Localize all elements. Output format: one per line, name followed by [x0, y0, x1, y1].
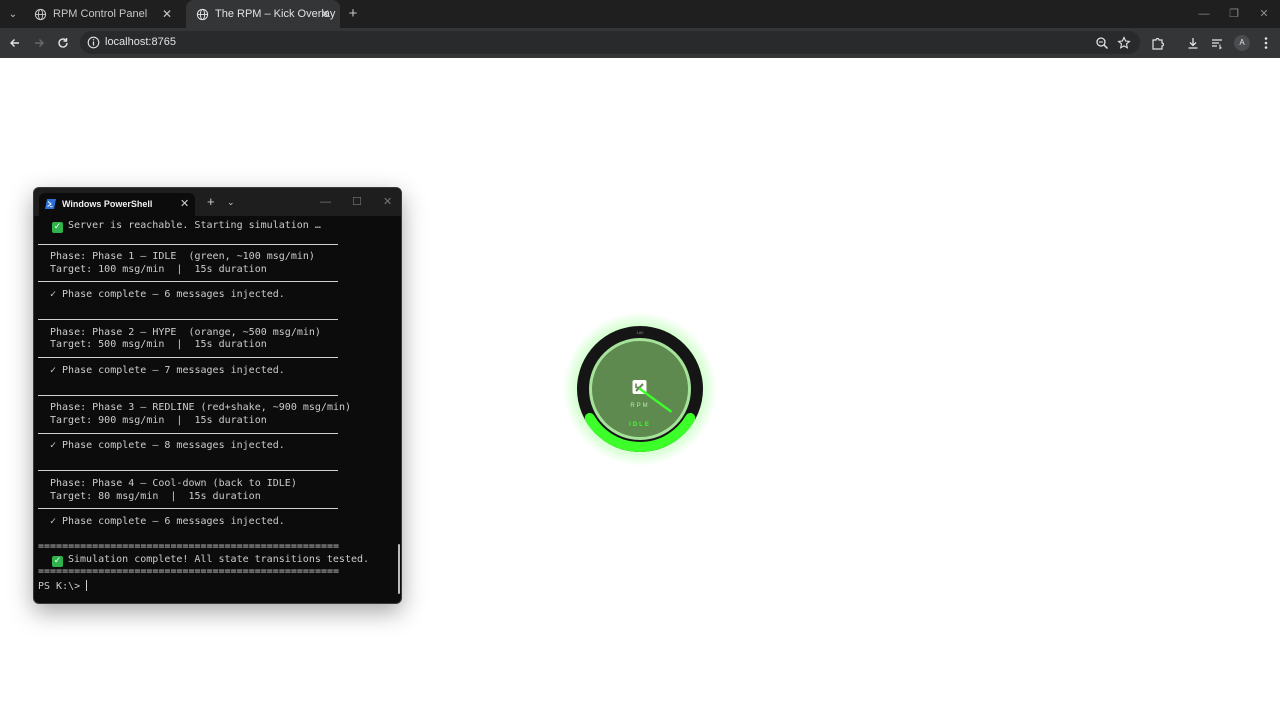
tab-kick-overlay[interactable]: The RPM – Kick Overlay ✕ — [186, 0, 340, 28]
terminal-new-tab-icon[interactable]: + — [207, 195, 215, 209]
terminal-separator — [38, 243, 338, 245]
terminal-line: ✓ Phase complete – 6 messages injected. — [50, 515, 285, 527]
address-bar[interactable]: localhost:8765 — [80, 31, 1140, 54]
close-tab-icon[interactable]: ✕ — [318, 7, 332, 21]
download-icon[interactable] — [1185, 35, 1201, 51]
terminal-line: ========================================… — [38, 541, 340, 552]
terminal-prompt[interactable]: PS K:\> — [38, 579, 88, 593]
prompt-text: PS K:\> — [38, 580, 87, 592]
powershell-icon — [45, 199, 56, 209]
new-tab-button[interactable]: + — [344, 5, 362, 23]
terminal-separator — [38, 281, 338, 283]
terminal-separator — [38, 394, 338, 396]
back-button[interactable] — [6, 34, 24, 52]
powershell-window[interactable]: Windows PowerShell ✕ + ⌄ — ☐ ✕ ✓ Server i… — [33, 187, 402, 604]
more-menu-icon[interactable] — [1258, 35, 1274, 51]
terminal-separator — [38, 357, 338, 358]
text-cursor — [86, 579, 88, 591]
terminal-line: ✓ Phase complete – 6 messages injected. — [50, 289, 285, 300]
globe-icon — [34, 8, 47, 20]
url-text: localhost:8765 — [105, 36, 176, 48]
zoom-icon[interactable] — [1095, 36, 1109, 50]
terminal-line: Phase: Phase 1 – IDLE (green, ~100 msg/m… — [50, 251, 315, 263]
extensions-puzzle-icon[interactable] — [1150, 35, 1166, 51]
terminal-line: Phase: Phase 2 – HYPE (orange, ~500 msg/… — [50, 326, 321, 338]
terminal-separator — [38, 470, 338, 472]
tab-rpm-control-panel[interactable]: RPM Control Panel ✕ — [24, 0, 182, 28]
minimize-window-icon[interactable]: — — [1196, 6, 1212, 22]
back-arrow-icon — [10, 39, 19, 47]
terminal-line: Target: 100 msg/min | 15s duration — [50, 263, 267, 275]
forward-button[interactable] — [30, 34, 48, 52]
gauge-label: RPM — [630, 403, 649, 409]
terminal-scrollbar[interactable] — [398, 544, 400, 594]
globe-icon — [196, 8, 209, 20]
rpm-gauge: 180 RPM IDLE — [563, 312, 717, 466]
terminal-dropdown-chevron-icon[interactable]: ⌄ — [227, 195, 235, 209]
tab-search-chevron-icon[interactable]: ⌄ — [4, 5, 22, 23]
terminal-line-text: Simulation complete! All state transitio… — [68, 553, 370, 565]
terminal-separator — [38, 319, 338, 321]
terminal-separator — [38, 432, 338, 434]
terminal-line: Target: 500 msg/min | 15s duration — [50, 339, 267, 351]
terminal-line: Phase: Phase 4 – Cool-down (back to IDLE… — [50, 478, 297, 489]
terminal-tab[interactable]: Windows PowerShell ✕ — [39, 193, 195, 216]
terminal-close-icon[interactable]: ✕ — [383, 195, 392, 209]
reading-list-icon[interactable] — [1209, 35, 1225, 51]
close-window-icon[interactable]: ✕ — [1256, 6, 1272, 22]
terminal-status-line: ✓ Server is reachable. Starting simulatio… — [52, 220, 321, 233]
site-info-icon[interactable] — [87, 36, 100, 49]
terminal-line: ✓ Phase complete – 8 messages injected. — [50, 440, 285, 452]
tab-title: RPM Control Panel — [53, 8, 148, 20]
check-icon: ✓ — [52, 222, 63, 233]
gauge-top-tick: 180 — [637, 330, 644, 335]
terminal-maximize-icon[interactable]: ☐ — [352, 195, 362, 209]
terminal-line: ✓ Phase complete – 7 messages injected. — [50, 364, 285, 376]
terminal-status-line: ✓ Simulation complete! All state transiti… — [52, 554, 369, 567]
terminal-minimize-icon[interactable]: — — [320, 195, 331, 209]
forward-arrow-icon — [35, 39, 44, 47]
browser-tabstrip: ⌄ RPM Control Panel ✕ The RPM – Kick Ove… — [0, 0, 1280, 28]
terminal-titlebar[interactable]: Windows PowerShell ✕ + ⌄ — ☐ ✕ — [34, 188, 401, 216]
terminal-line-text: Server is reachable. Starting simulation… — [68, 220, 321, 231]
terminal-line: Target: 80 msg/min | 15s duration — [50, 490, 261, 502]
terminal-line: Target: 900 msg/min | 15s duration — [50, 415, 267, 426]
close-terminal-tab-icon[interactable]: ✕ — [180, 197, 189, 210]
gauge-state: IDLE — [629, 422, 651, 428]
close-tab-icon[interactable]: ✕ — [160, 7, 174, 21]
terminal-line: Phase: Phase 3 – REDLINE (red+shake, ~90… — [50, 402, 352, 414]
reload-icon — [58, 38, 68, 48]
maximize-window-icon[interactable]: ❐ — [1226, 6, 1242, 22]
check-icon: ✓ — [52, 555, 63, 567]
browser-toolbar: localhost:8765 A — [0, 28, 1280, 58]
profile-avatar[interactable]: A — [1234, 35, 1250, 51]
reload-button[interactable] — [54, 34, 72, 52]
bookmark-star-icon[interactable] — [1117, 36, 1131, 50]
terminal-separator — [38, 508, 338, 510]
terminal-line: ========================================… — [38, 566, 340, 578]
terminal-tab-title: Windows PowerShell — [62, 199, 153, 209]
